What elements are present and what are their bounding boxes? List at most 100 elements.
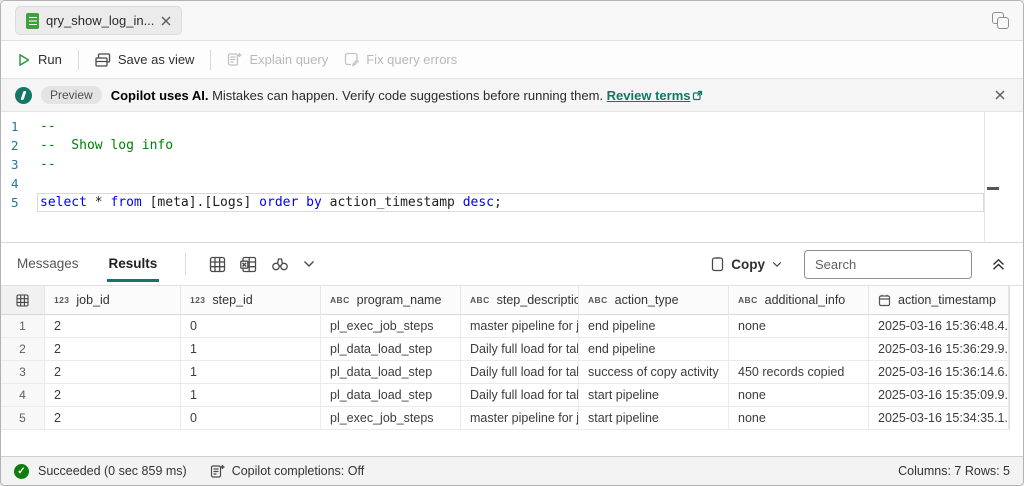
string-type-icon: ABC [330, 295, 350, 305]
grid-cell[interactable]: 2 [45, 315, 181, 338]
grid-cell[interactable]: 0 [181, 407, 321, 430]
export-to-excel-icon[interactable] [233, 252, 264, 277]
tab-messages[interactable]: Messages [15, 246, 81, 282]
grid-cell[interactable]: pl_data_load_step [321, 384, 461, 407]
tab-title: qry_show_log_in... [46, 13, 154, 28]
grid-scrollbar-gutter[interactable] [1009, 286, 1023, 430]
grid-cell[interactable]: 2025-03-16 15:36:48.4... [869, 315, 1009, 338]
code-token: from [110, 195, 141, 210]
banner-message-text: Mistakes can happen. Verify code suggest… [212, 88, 603, 103]
grid-cell[interactable]: pl_exec_job_steps [321, 315, 461, 338]
grid-cell[interactable]: master pipeline for jobs [461, 315, 579, 338]
query-editor-window: qry_show_log_in... Run Save as view Expl… [0, 0, 1024, 486]
grid-cell[interactable]: 2025-03-16 15:34:35.1... [869, 407, 1009, 430]
row-number-cell[interactable]: 2 [1, 338, 45, 361]
view-as-grid-icon[interactable] [202, 252, 233, 277]
grid-cell[interactable]: 2 [45, 361, 181, 384]
copilot-completions-status[interactable]: Copilot completions: Off [210, 464, 364, 479]
code-line[interactable]: select * from [meta].[Logs] order by act… [37, 193, 984, 212]
fix-query-errors-label: Fix query errors [366, 52, 457, 67]
grid-cell[interactable]: end pipeline [579, 315, 729, 338]
banner-close-icon[interactable] [991, 86, 1009, 104]
grid-cell[interactable]: 1 [181, 361, 321, 384]
grid-cell[interactable]: 2 [45, 338, 181, 361]
grid-cell[interactable]: none [729, 407, 869, 430]
grid-cell[interactable]: pl_data_load_step [321, 338, 461, 361]
grid-cell[interactable]: Daily full load for tabl... [461, 384, 579, 407]
explain-query-icon [227, 52, 242, 67]
row-number-cell[interactable]: 3 [1, 361, 45, 384]
collapse-panel-icon[interactable] [988, 254, 1009, 275]
code-token: -- [40, 119, 56, 134]
grid-cell[interactable]: end pipeline [579, 338, 729, 361]
grid-cell[interactable]: pl_data_load_step [321, 361, 461, 384]
duplicate-window-icon[interactable] [992, 12, 1009, 29]
code-line[interactable]: -- [37, 117, 984, 136]
run-button[interactable]: Run [17, 52, 62, 67]
column-header-action_timestamp[interactable]: action_timestamp [869, 286, 1009, 315]
save-as-view-button[interactable]: Save as view [95, 52, 195, 67]
run-play-icon [17, 53, 31, 67]
column-header-program_name[interactable]: ABCprogram_name [321, 286, 461, 315]
explain-query-button[interactable]: Explain query [227, 52, 328, 67]
tab-close-icon[interactable] [161, 16, 171, 26]
grid-cell[interactable]: 2025-03-16 15:35:09.9... [869, 384, 1009, 407]
copy-button[interactable]: Copy [711, 256, 782, 272]
grid-cell[interactable]: 2 [45, 407, 181, 430]
grid-cell[interactable]: none [729, 315, 869, 338]
grid-cell[interactable]: 2 [45, 384, 181, 407]
tab-results[interactable]: Results [107, 246, 160, 282]
line-number: 5 [1, 193, 37, 212]
fix-query-errors-button[interactable]: Fix query errors [344, 52, 457, 67]
tab-query-file[interactable]: qry_show_log_in... [15, 6, 182, 35]
row-number-cell[interactable]: 4 [1, 384, 45, 407]
results-toolbar: Messages Results Copy [1, 243, 1023, 286]
number-type-icon: 123 [190, 295, 205, 305]
editor-line: 2-- Show log info [1, 136, 1023, 155]
editor-lines: 1--2-- Show log info3--45select * from [… [1, 117, 1023, 212]
string-type-icon: ABC [738, 295, 758, 305]
column-header-step_id[interactable]: 123step_id [181, 286, 321, 315]
search-input[interactable] [804, 250, 972, 279]
grid-cell[interactable]: 0 [181, 315, 321, 338]
grid-cell[interactable]: 2025-03-16 15:36:29.9... [869, 338, 1009, 361]
row-number-cell[interactable]: 5 [1, 407, 45, 430]
grid-cell[interactable]: none [729, 384, 869, 407]
grid-cell[interactable]: start pipeline [579, 407, 729, 430]
grid-cell[interactable]: 1 [181, 338, 321, 361]
code-line[interactable]: -- [37, 155, 984, 174]
grid-cell[interactable] [729, 338, 869, 361]
code-line[interactable] [37, 174, 984, 193]
review-terms-label: Review terms [607, 88, 691, 103]
toolbar-separator [78, 50, 79, 70]
line-number: 1 [1, 117, 37, 136]
grid-cell[interactable]: success of copy activity [579, 361, 729, 384]
grid-cell[interactable]: Daily full load for tabl... [461, 361, 579, 384]
string-type-icon: ABC [470, 295, 490, 305]
column-header-job_id[interactable]: 123job_id [45, 286, 181, 315]
grid-cell[interactable]: Daily full load for tabl... [461, 338, 579, 361]
grid-cell[interactable]: start pipeline [579, 384, 729, 407]
editor-scrollbar-track[interactable] [984, 112, 985, 242]
row-number-cell[interactable]: 1 [1, 315, 45, 338]
copilot-icon [15, 87, 32, 104]
editor-ruler-cursor-mark [987, 187, 999, 190]
more-options-chevron-icon[interactable] [296, 256, 322, 272]
preview-badge: Preview [41, 86, 102, 104]
string-type-icon: ABC [588, 295, 608, 305]
grid-cell[interactable]: 450 records copied [729, 361, 869, 384]
grid-cell[interactable]: pl_exec_job_steps [321, 407, 461, 430]
review-terms-link[interactable]: Review terms [607, 88, 704, 103]
code-line[interactable]: -- Show log info [37, 136, 984, 155]
code-token: action_timestamp [322, 195, 463, 210]
grid-cell[interactable]: master pipeline for jobs [461, 407, 579, 430]
grid-cell[interactable]: 2025-03-16 15:36:14.6... [869, 361, 1009, 384]
success-check-icon: ✓ [14, 464, 29, 479]
grid-cell[interactable]: 1 [181, 384, 321, 407]
column-header-action_type[interactable]: ABCaction_type [579, 286, 729, 315]
column-header-step_description[interactable]: ABCstep_description [461, 286, 579, 315]
grid-corner-cell[interactable] [1, 286, 45, 315]
find-in-results-icon[interactable] [264, 252, 296, 276]
sql-code-editor[interactable]: 1--2-- Show log info3--45select * from [… [1, 112, 1023, 243]
column-header-additional_info[interactable]: ABCadditional_info [729, 286, 869, 315]
